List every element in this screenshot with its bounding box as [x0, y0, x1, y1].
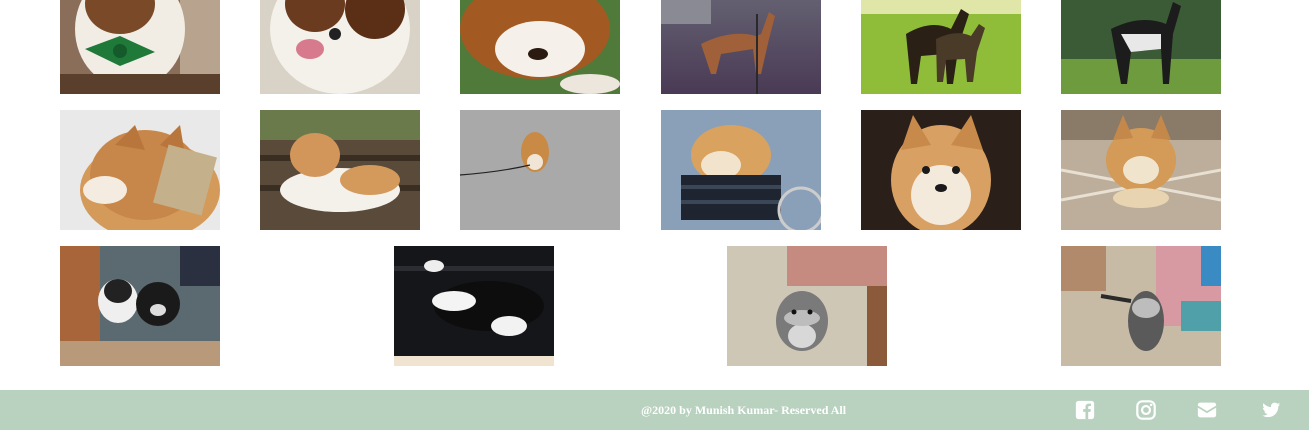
photo-shiba-scarf[interactable]: [60, 110, 220, 230]
photo-saluki-standing[interactable]: [1061, 0, 1221, 94]
photo-schnauzer-rug[interactable]: [727, 246, 887, 366]
photo-shih-tzu-sofa[interactable]: [394, 246, 554, 366]
photo-shih-tzus-doorway[interactable]: [60, 246, 220, 366]
photo-shiba-basket[interactable]: [661, 110, 821, 230]
copyright-text: @2020 by Munish Kumar- Reserved All: [641, 403, 847, 417]
photo-shiba-pavement[interactable]: [460, 110, 620, 230]
photo-saint-bernard-tongue[interactable]: [260, 0, 420, 94]
email-icon[interactable]: [1195, 399, 1219, 421]
photo-schnauzer-room[interactable]: [1061, 246, 1221, 366]
photo-saint-bernard-lying[interactable]: [460, 0, 620, 94]
photo-shiba-portrait[interactable]: [861, 110, 1021, 230]
page-footer: @2020 by Munish Kumar- Reserved All: [0, 390, 1309, 430]
photo-saint-bernard-bowtie[interactable]: [60, 0, 220, 94]
dog-photo-gallery: [0, 0, 1316, 390]
facebook-icon[interactable]: [1073, 399, 1097, 421]
photo-saluki-street[interactable]: [661, 0, 821, 94]
instagram-icon[interactable]: [1134, 399, 1158, 421]
photo-shiba-cushion[interactable]: [1061, 110, 1221, 230]
photo-shiba-bench[interactable]: [260, 110, 420, 230]
twitter-icon[interactable]: [1259, 399, 1283, 421]
photo-salukis-grass[interactable]: [861, 0, 1021, 94]
